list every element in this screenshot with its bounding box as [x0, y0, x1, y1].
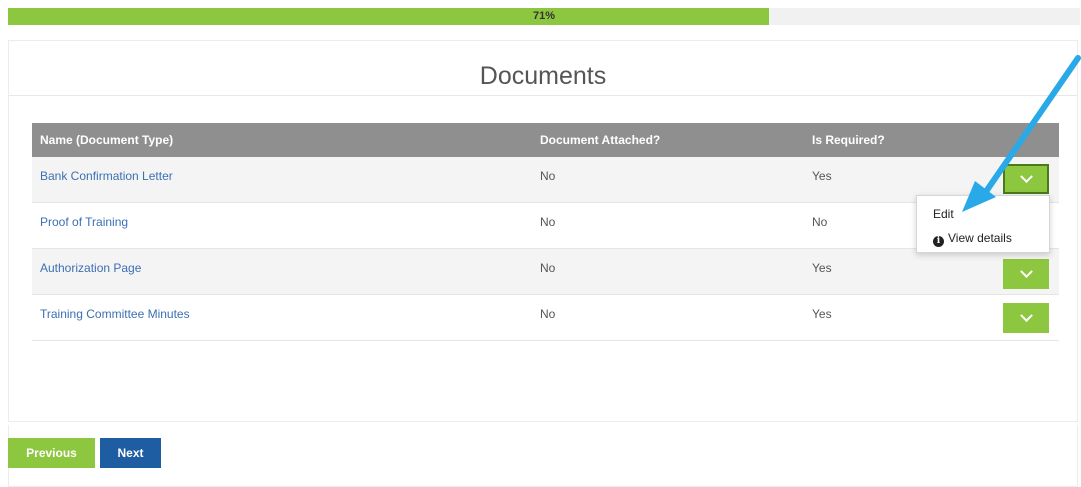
document-name-link[interactable]: Bank Confirmation Letter: [40, 157, 173, 195]
attached-cell: No: [540, 169, 556, 183]
required-cell: Yes: [812, 169, 832, 183]
table-header: Name (Document Type) Document Attached? …: [32, 123, 1059, 157]
panel-title: Documents: [9, 41, 1077, 96]
chevron-down-icon: [1019, 169, 1033, 183]
table-row: Bank Confirmation Letter No Yes: [32, 157, 1059, 203]
row-actions-menu: Edit i View details: [916, 195, 1050, 253]
menu-item-label: View details: [948, 231, 1012, 245]
attached-cell: No: [540, 307, 556, 321]
document-name-link[interactable]: Training Committee Minutes: [40, 295, 190, 333]
required-cell: Yes: [812, 307, 832, 321]
row-actions-dropdown-button[interactable]: [1003, 164, 1049, 194]
required-cell: No: [812, 215, 828, 229]
progress-bar: 71%: [8, 8, 1080, 25]
documents-table: Name (Document Type) Document Attached? …: [32, 123, 1059, 341]
chevron-down-icon: [1019, 308, 1033, 322]
column-header-name: Name (Document Type): [40, 133, 174, 147]
row-actions-dropdown-button[interactable]: [1003, 303, 1049, 333]
menu-item-edit[interactable]: Edit: [933, 207, 954, 221]
next-button[interactable]: Next: [100, 438, 161, 468]
form-footer: [8, 425, 1078, 487]
chevron-down-icon: [1019, 264, 1033, 278]
column-header-attached: Document Attached?: [540, 133, 661, 147]
menu-item-view-details[interactable]: i View details: [933, 231, 1012, 247]
table-row: Proof of Training No No: [32, 203, 1059, 249]
table-row: Authorization Page No Yes: [32, 249, 1059, 295]
attached-cell: No: [540, 215, 556, 229]
info-icon: i: [933, 236, 944, 247]
required-cell: Yes: [812, 261, 832, 275]
progress-label: 71%: [532, 10, 556, 22]
document-name-link[interactable]: Authorization Page: [40, 249, 141, 287]
previous-button[interactable]: Previous: [8, 438, 95, 468]
column-header-required: Is Required?: [812, 133, 885, 147]
row-actions-dropdown-button[interactable]: [1003, 259, 1049, 289]
attached-cell: No: [540, 261, 556, 275]
table-row: Training Committee Minutes No Yes: [32, 295, 1059, 341]
document-name-link[interactable]: Proof of Training: [40, 203, 128, 241]
